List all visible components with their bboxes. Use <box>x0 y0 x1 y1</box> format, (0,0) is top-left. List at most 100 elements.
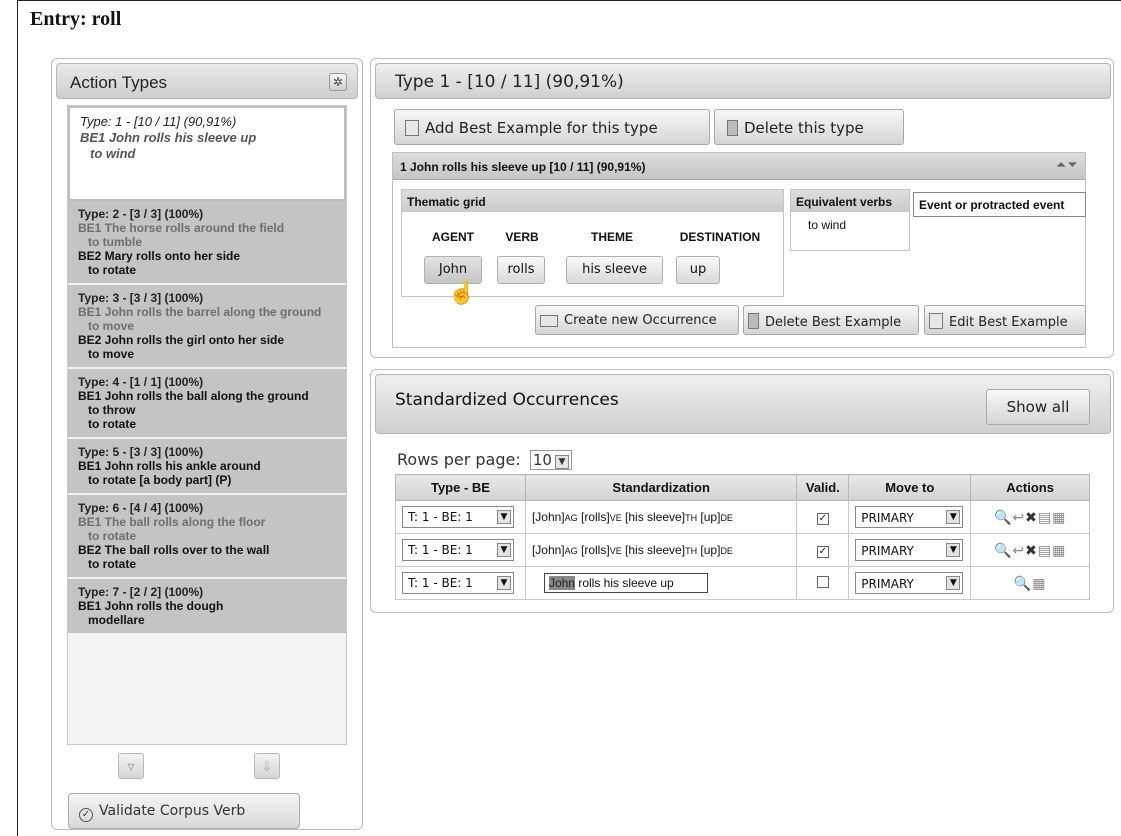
type-list: Type: 1 - [10 / 11] (90,91%) BE1 John rol… <box>67 105 347 745</box>
filter-down-icon[interactable]: ▿ <box>118 753 144 779</box>
add-be-label: Add Best Example for this type <box>425 119 658 137</box>
chevron-down-icon: ▼ <box>946 576 961 590</box>
arg-theme-button[interactable]: his sleeve <box>566 256 663 284</box>
rows-per-page-select[interactable]: 10 ▼ <box>529 450 572 470</box>
arrow-down-icon[interactable]: ⇓ <box>254 753 280 779</box>
best-example-line: BE1 John rolls his sleeve up <box>80 130 257 145</box>
std-token: [rolls] <box>577 510 610 524</box>
action-type-item[interactable]: Type: 3 - [3 / 3] (100%) BE1 John rolls t… <box>68 285 346 369</box>
standardization-input[interactable]: John rolls his sleeve up <box>543 573 708 593</box>
delete-icon[interactable]: ✖ <box>1025 509 1038 525</box>
table-row: T: 1 - BE: 1 ▼ [John]AG [rolls]VE [his sl… <box>395 500 1090 534</box>
reply-icon[interactable]: ↩ <box>1012 509 1025 525</box>
std-token: [rolls] <box>577 543 610 557</box>
best-example-title: 1 John rolls his sleeve up [10 / 11] (90… <box>400 160 646 174</box>
gear-icon[interactable]: ✲ <box>329 73 347 91</box>
move-to-select[interactable]: PRIMARY ▼ <box>855 506 964 528</box>
add-best-example-button[interactable]: Add Best Example for this type <box>394 109 710 145</box>
search-icon[interactable]: 🔍 <box>1014 575 1032 591</box>
table-icon <box>540 315 558 327</box>
std-tag: AG <box>564 513 578 523</box>
type-be-select[interactable]: T: 1 - BE: 1 ▼ <box>402 506 514 528</box>
delete-be-label: Delete Best Example <box>765 315 902 330</box>
table-icon[interactable]: ▦ <box>1052 542 1066 558</box>
occurrences-table: Type - BE Standardization Valid. Move to… <box>395 474 1090 600</box>
std-tag: TH <box>685 546 698 556</box>
chevron-down-icon: ▼ <box>946 510 961 524</box>
col-type-be[interactable]: Type - BE <box>395 474 526 501</box>
occurrences-title: Standardized Occurrences <box>395 390 619 410</box>
arg-destination-button[interactable]: up <box>676 256 720 284</box>
best-example-verb: to move <box>88 347 135 361</box>
valid-checkbox[interactable]: ✓ <box>816 545 829 558</box>
move-to-value: PRIMARY <box>861 511 914 525</box>
copy-icon[interactable]: ▤ <box>1038 509 1052 525</box>
chevron-down-icon: ▼ <box>497 510 511 524</box>
show-all-button[interactable]: Show all <box>986 389 1090 425</box>
col-move-to[interactable]: Move to <box>848 474 972 501</box>
best-example-verb: to rotate <box>88 263 136 277</box>
reply-icon[interactable]: ↩ <box>1012 542 1025 558</box>
type-be-value: T: 1 - BE: 1 <box>408 576 473 590</box>
move-to-select[interactable]: PRIMARY ▼ <box>855 539 964 561</box>
best-example-verb: to rotate <box>88 557 136 571</box>
best-example-verb: to tumble <box>88 235 142 249</box>
rows-per-page: Rows per page: 10 ▼ <box>397 450 572 470</box>
move-to-select[interactable]: PRIMARY ▼ <box>855 572 964 594</box>
validate-corpus-verb-button[interactable]: ✓ Validate Corpus Verb <box>68 793 300 829</box>
thematic-grid-title: Thematic grid <box>402 190 783 212</box>
table-icon[interactable]: ▦ <box>1052 509 1066 525</box>
std-token: [his sleeve] <box>621 510 686 524</box>
action-type-item[interactable]: Type: 4 - [1 / 1] (100%) BE1 John rolls t… <box>68 369 346 439</box>
equivalent-verbs-title: Equivalent verbs <box>791 190 909 212</box>
col-standardization[interactable]: Standardization <box>524 474 798 501</box>
col-valid[interactable]: Valid. <box>796 474 850 501</box>
action-types-title: Action Types <box>70 73 168 92</box>
std-tag: DE <box>720 546 733 556</box>
type-be-select[interactable]: T: 1 - BE: 1 ▼ <box>402 539 514 561</box>
action-type-item[interactable]: Type: 2 - [3 / 3] (100%) BE1 The horse ro… <box>68 201 346 285</box>
delete-type-label: Delete this type <box>744 119 864 137</box>
action-type-item[interactable]: Type: 6 - [4 / 4] (100%) BE1 The ball rol… <box>68 495 346 579</box>
edit-be-label: Edit Best Example <box>949 315 1068 330</box>
best-example-line: BE1 John rolls the dough <box>78 599 224 613</box>
best-example-verb: to wind <box>90 146 136 161</box>
best-example-box: 1 John rolls his sleeve up [10 / 11] (90… <box>392 152 1086 348</box>
standardization-cell: John rolls his sleeve up <box>524 566 798 600</box>
search-icon[interactable]: 🔍 <box>994 542 1012 558</box>
type-be-value: T: 1 - BE: 1 <box>408 543 473 557</box>
action-type-heading: Type: 7 - [2 / 2] (100%) <box>78 585 204 599</box>
edit-document-icon <box>929 313 943 329</box>
valid-checkbox[interactable]: ✓ <box>816 512 829 525</box>
role-theme: THEME <box>591 230 633 244</box>
copy-icon[interactable]: ▤ <box>1038 542 1052 558</box>
equivalent-verbs: Equivalent verbs to wind <box>790 189 910 251</box>
action-type-item[interactable]: Type: 5 - [3 / 3] (100%) BE1 John rolls h… <box>68 439 346 495</box>
delete-type-button[interactable]: Delete this type <box>714 109 904 145</box>
action-type-item[interactable]: Type: 7 - [2 / 2] (100%) BE1 John rolls t… <box>68 579 346 635</box>
edit-best-example-button[interactable]: Edit Best Example <box>924 305 1086 335</box>
best-example-line: BE1 The ball rolls along the floor <box>78 515 266 529</box>
action-type-item[interactable]: Type: 1 - [10 / 11] (90,91%) BE1 John rol… <box>68 106 346 201</box>
valid-checkbox[interactable] <box>816 575 829 588</box>
collapse-icon[interactable]: ⏶ ⏷ <box>1056 159 1077 172</box>
best-example-line: BE1 John rolls the barrel along the grou… <box>78 305 322 319</box>
action-type-heading: Type: 3 - [3 / 3] (100%) <box>78 291 204 305</box>
input-text: rolls his sleeve up <box>574 576 674 590</box>
col-actions[interactable]: Actions <box>970 474 1090 501</box>
std-token: [John] <box>531 543 565 557</box>
action-types-header: Action Types ✲ <box>56 63 358 99</box>
search-icon[interactable]: 🔍 <box>994 509 1012 525</box>
trash-icon <box>748 313 759 329</box>
best-example-line: BE1 John rolls his ankle around <box>78 459 261 473</box>
page-title: Entry: roll <box>30 8 122 30</box>
create-occurrence-button[interactable]: Create new Occurrence <box>535 305 739 335</box>
std-token: [up] <box>697 543 721 557</box>
best-example-line: BE2 The ball rolls over to the wall <box>78 543 270 557</box>
arg-verb-button[interactable]: rolls <box>497 256 545 284</box>
delete-icon[interactable]: ✖ <box>1025 542 1038 558</box>
table-icon[interactable]: ▦ <box>1032 575 1046 591</box>
type-be-select[interactable]: T: 1 - BE: 1 ▼ <box>402 572 514 594</box>
delete-best-example-button[interactable]: Delete Best Example <box>743 305 919 335</box>
table-row: T: 1 - BE: 1 ▼ John rolls his sleeve up P… <box>395 566 1090 600</box>
